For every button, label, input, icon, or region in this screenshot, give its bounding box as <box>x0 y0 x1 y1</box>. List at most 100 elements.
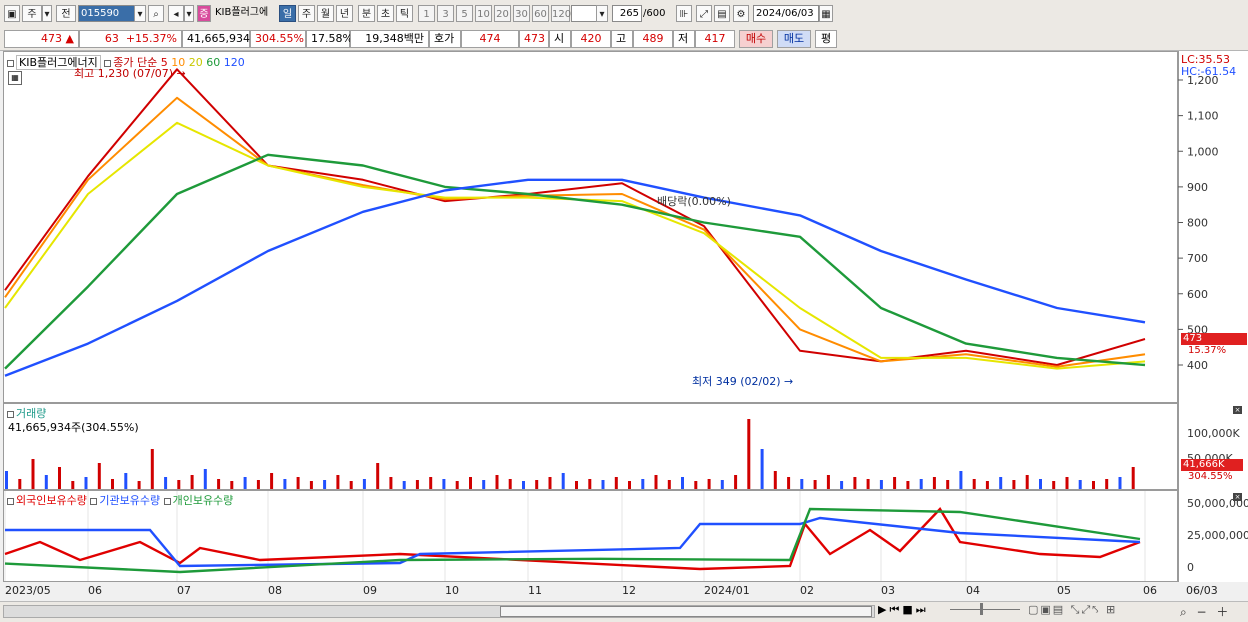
volume-bar <box>124 473 128 489</box>
volume-value: 41,665,934주(304.55%) <box>8 421 139 434</box>
hold-axis-25m: 25,000,000 <box>1187 529 1248 542</box>
x-label: 08 <box>268 584 282 597</box>
volume-bar <box>323 480 327 489</box>
volume-bar <box>283 479 287 489</box>
x-label: 2023/05 <box>5 584 51 597</box>
volume-bar <box>177 480 181 489</box>
volume-bar <box>654 475 658 489</box>
volume-bar <box>190 475 194 489</box>
volume-bar <box>362 479 366 489</box>
ma-60-label: 60 <box>206 56 221 69</box>
dividend-annotation: 배당락(0.00%) <box>657 195 731 208</box>
last-volume-pct: 304.55% <box>1188 471 1233 482</box>
volume-bar <box>1105 479 1109 489</box>
ma-10-line <box>4 96 1146 368</box>
volume-bar <box>18 479 22 489</box>
volume-bar <box>641 479 645 489</box>
volume-bar <box>614 477 618 489</box>
legend-box-icon <box>90 497 98 505</box>
volume-bar <box>58 467 61 489</box>
volume-bar <box>747 419 751 489</box>
volume-bar <box>1078 480 1082 489</box>
holdings-legend: 외국인보유수량 기관보유수량 개인보유수량 <box>7 492 233 508</box>
y-tick-label: 1,100 <box>1187 110 1219 123</box>
volume-bar <box>415 480 419 489</box>
low-annotation: 최저 349 (02/02) → <box>692 375 794 388</box>
grid-toggle-icon[interactable]: ▦ <box>8 71 22 85</box>
volume-bar <box>71 481 75 489</box>
zoom-slider[interactable] <box>950 603 1020 615</box>
volume-bar <box>1118 477 1122 489</box>
x-label: 12 <box>622 584 636 597</box>
volume-bar <box>800 479 804 489</box>
x-label: 05 <box>1057 584 1071 597</box>
volume-bar <box>5 471 8 489</box>
y-tick-label: 700 <box>1187 252 1208 265</box>
volume-bar <box>336 475 340 489</box>
volume-bar <box>203 469 207 489</box>
y-tick-label: 900 <box>1187 181 1208 194</box>
volume-bar <box>522 481 525 489</box>
y-tick-label: 400 <box>1187 359 1208 372</box>
volume-bar <box>349 481 353 489</box>
volume-bar <box>111 479 114 489</box>
volume-bar <box>296 477 300 489</box>
close-icon[interactable]: × <box>1233 493 1242 501</box>
scroll-thumb[interactable] <box>500 606 872 617</box>
volume-bar <box>919 479 923 489</box>
volume-bar <box>760 449 764 489</box>
last-pct: 15.37% <box>1188 345 1227 356</box>
close-icon[interactable]: × <box>1233 406 1242 414</box>
x-label: 09 <box>363 584 377 597</box>
ma-5-line <box>4 68 1146 366</box>
volume-bar <box>588 479 592 489</box>
volume-bar <box>230 481 234 489</box>
layout-icons[interactable]: ▢▣▤ ⤡⤢⤣ ⊞ <box>1028 603 1117 617</box>
volume-bar <box>561 473 565 489</box>
volume-bar <box>1039 479 1042 489</box>
volume-bar <box>826 475 830 489</box>
x-label: 03 <box>881 584 895 597</box>
volume-bar <box>270 473 274 489</box>
volume-bar <box>243 477 247 489</box>
volume-bar <box>508 479 512 489</box>
volume-bar <box>906 481 910 489</box>
ma-120-label: 120 <box>223 56 245 69</box>
x-label: 02 <box>800 584 814 597</box>
volume-bar <box>853 477 857 489</box>
volume-bar <box>946 480 950 489</box>
last-price-tag: 473 <box>1181 333 1247 345</box>
high-annotation: 최고 1,230 (07/07) → <box>74 67 186 80</box>
volume-bar <box>455 481 459 489</box>
chart-canvas[interactable]: 4005006007008009001,0001,1001,200 <box>0 0 1248 621</box>
zoom-controls[interactable]: ⌕ − ＋ <box>1180 603 1231 620</box>
volume-bar <box>389 477 393 489</box>
volume-bar <box>1092 481 1095 489</box>
volume-bar <box>442 479 446 489</box>
volume-bar <box>932 477 936 489</box>
volume-bar <box>985 481 989 489</box>
volume-bar <box>44 475 48 489</box>
x-label: 11 <box>528 584 542 597</box>
y-tick-label: 600 <box>1187 288 1208 301</box>
volume-bar <box>309 481 313 489</box>
ma-120-line <box>4 178 1146 377</box>
volume-bar <box>469 477 472 489</box>
volume-bar <box>840 481 844 489</box>
volume-bar <box>667 480 671 489</box>
legend-box-icon <box>7 59 14 67</box>
legend-box-icon <box>7 497 14 505</box>
playback-controls[interactable]: ▶⏮■⏭ <box>878 603 929 617</box>
ma-60-line <box>4 153 1146 370</box>
volume-bar <box>150 449 154 489</box>
volume-bar <box>217 479 221 489</box>
volume-bar <box>137 481 141 489</box>
volume-bar <box>482 480 486 489</box>
x-label: 06 <box>1143 584 1157 597</box>
volume-bar <box>376 463 380 489</box>
volume-bar <box>1052 481 1056 489</box>
volume-bar <box>681 477 684 489</box>
y-tick-label: 1,000 <box>1187 145 1219 158</box>
volume-bar <box>1025 475 1029 489</box>
volume-bar <box>548 477 552 489</box>
